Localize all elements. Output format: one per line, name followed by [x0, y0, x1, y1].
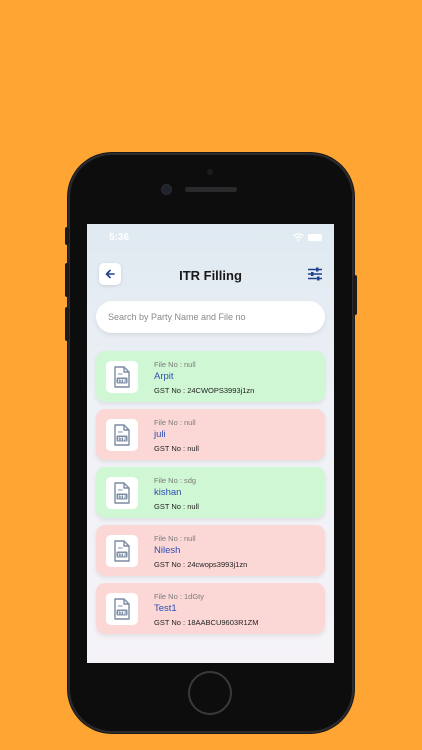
record-icon-box: ITR [106, 477, 138, 509]
record-file-no: File No : null [154, 534, 196, 543]
svg-text:ITR: ITR [118, 437, 127, 443]
proximity-sensor [207, 169, 213, 175]
itr-document-icon: ITR [114, 366, 130, 388]
record-gst-no: GST No : 18AABCU9603R1ZM [154, 618, 259, 627]
record-gst-no: GST No : null [154, 444, 199, 453]
record-icon-box: ITR [106, 593, 138, 625]
status-time: 5:36 [109, 232, 130, 243]
battery-icon [308, 234, 322, 241]
volume-down-button [65, 307, 69, 341]
record-card[interactable]: ITR File No : null Nilesh GST No : 24cwo… [96, 525, 325, 576]
svg-text:ITR: ITR [118, 553, 127, 559]
phone-frame: 5:36 ITR Filling Search by Party Name an… [65, 153, 357, 733]
home-button[interactable] [188, 671, 232, 715]
record-party-name: juli [154, 429, 166, 440]
record-file-no: File No : null [154, 418, 196, 427]
power-button [353, 275, 357, 315]
page-title: ITR Filling [179, 268, 242, 283]
sliders-icon[interactable] [307, 266, 323, 282]
volume-up-button [65, 263, 69, 297]
record-card[interactable]: ITR File No : null Arpit GST No : 24CWOP… [96, 351, 325, 402]
wifi-icon [293, 233, 304, 241]
search-input[interactable] [96, 301, 325, 333]
itr-document-icon: ITR [114, 540, 130, 562]
itr-document-icon: ITR [114, 598, 130, 620]
earpiece-speaker [185, 187, 237, 192]
front-camera [162, 185, 171, 194]
record-icon-box: ITR [106, 419, 138, 451]
record-party-name: Arpit [154, 371, 174, 382]
record-card[interactable]: ITR File No : null juli GST No : null [96, 409, 325, 460]
itr-document-icon: ITR [114, 482, 130, 504]
svg-text:ITR: ITR [118, 611, 127, 617]
svg-text:ITR: ITR [118, 495, 127, 501]
record-file-no: File No : sdg [154, 476, 197, 485]
record-gst-no: GST No : 24CWOPS3993j1zn [154, 386, 255, 395]
status-bar: 5:36 [87, 224, 334, 246]
record-icon-box: ITR [106, 361, 138, 393]
svg-text:ITR: ITR [118, 379, 127, 385]
mute-switch [65, 227, 69, 245]
record-card[interactable]: ITR File No : sdg kishan GST No : null [96, 467, 325, 518]
record-file-no: File No : 1dGty [154, 592, 205, 601]
record-party-name: kishan [154, 487, 182, 498]
record-icon-box: ITR [106, 535, 138, 567]
record-party-name: Nilesh [154, 545, 181, 556]
record-file-no: File No : null [154, 360, 196, 369]
record-gst-no: GST No : null [154, 502, 199, 511]
record-party-name: Test1 [154, 603, 177, 614]
itr-document-icon: ITR [114, 424, 130, 446]
record-card[interactable]: ITR File No : 1dGty Test1 GST No : 18AAB… [96, 583, 325, 634]
record-gst-no: GST No : 24cwops3993j1zn [154, 560, 248, 569]
app-screen: 5:36 ITR Filling Search by Party Name an… [87, 224, 334, 663]
